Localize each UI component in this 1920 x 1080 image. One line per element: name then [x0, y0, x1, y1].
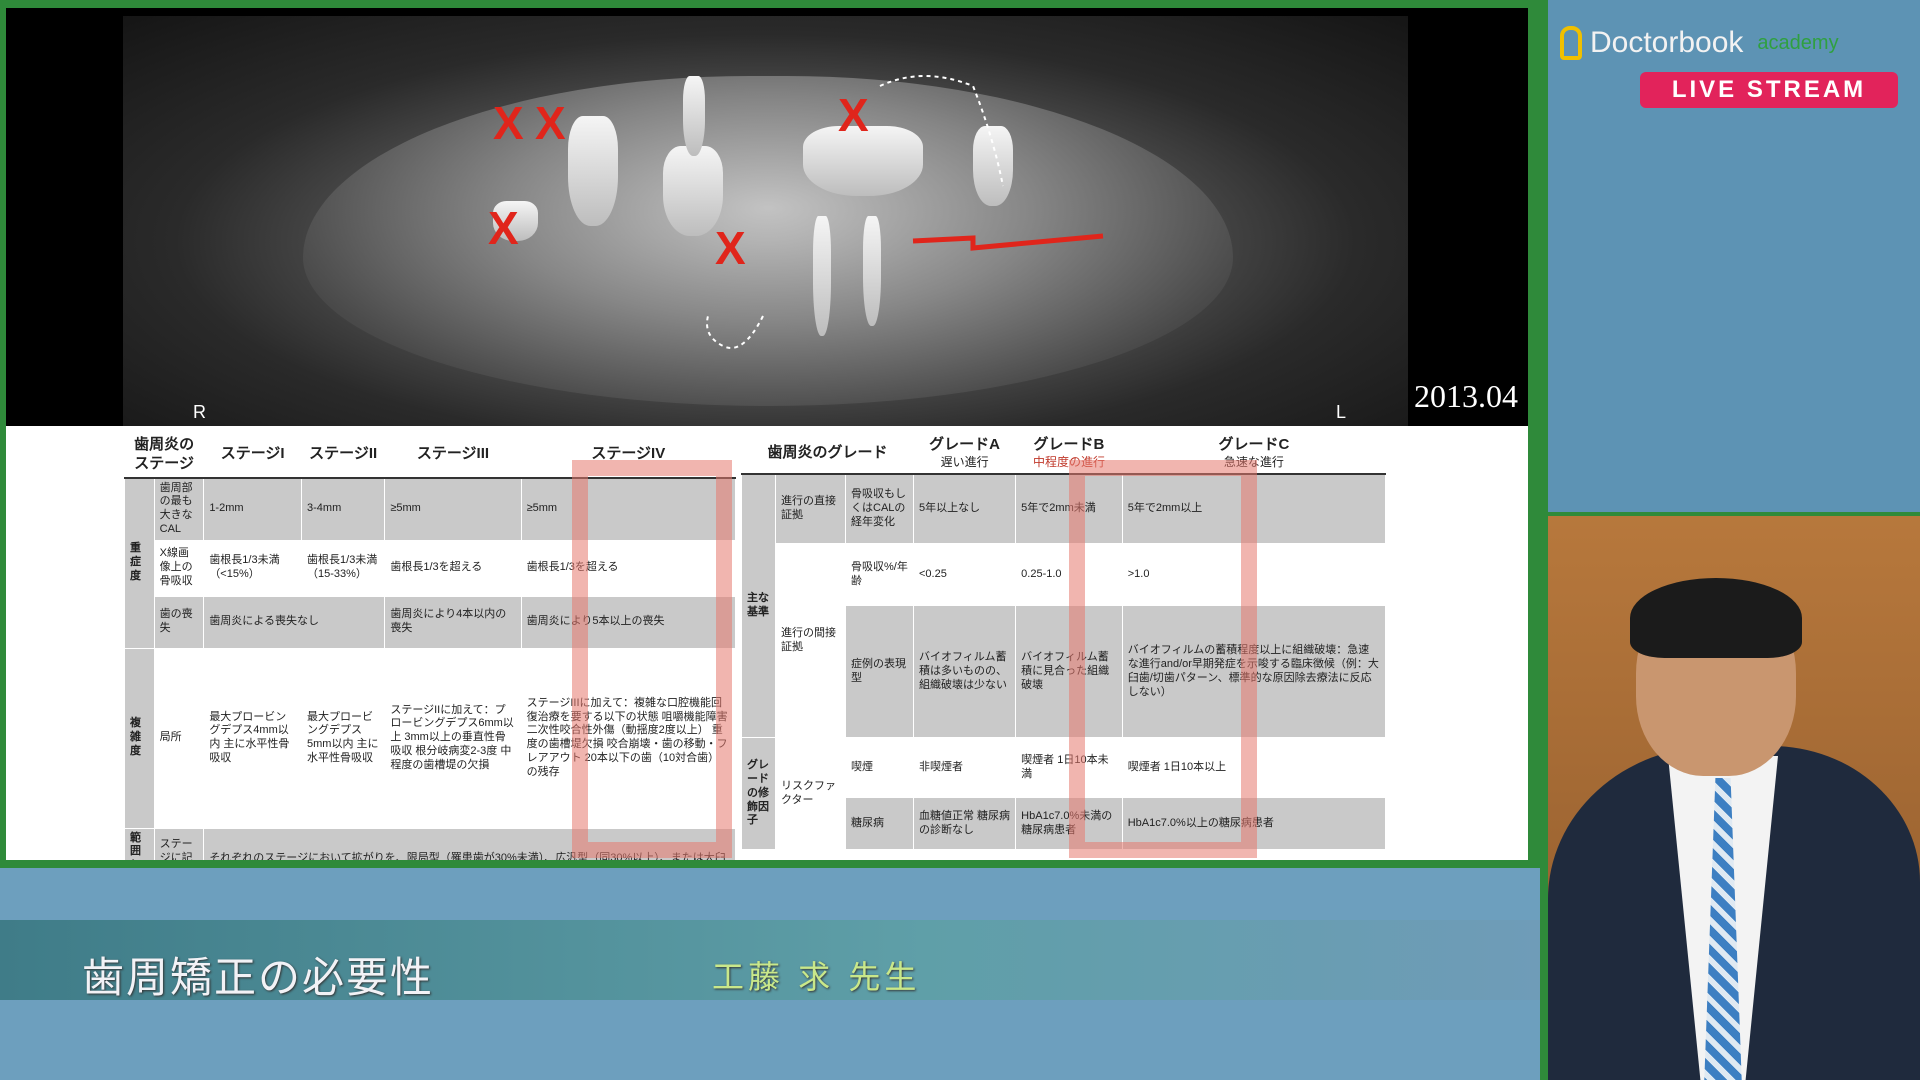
cell: 進行の間接証拠 [775, 543, 846, 739]
panoramic-xray: X X X X X R L [123, 16, 1408, 426]
cell: バイオフィルム蓄積は多いものの、組織破壊は少ない [912, 605, 1017, 739]
cell: それぞれのステージにおいて拡がりを、限局型（罹患歯が30%未満）、広汎型（同30… [203, 827, 736, 860]
cell: 歯根長1/3未満（<15%） [203, 539, 303, 597]
cell: >1.0 [1121, 543, 1387, 607]
live-stream-badge: LIVE STREAM [1640, 72, 1898, 108]
cell: 喫煙 [845, 737, 914, 799]
cell: 歯周炎による喪失なし [203, 595, 386, 649]
cell: 3-4mm [301, 477, 386, 541]
dotted-outline [879, 75, 1004, 187]
grade-header: グレードA 遅い進行 [912, 431, 1017, 475]
cell: 最大プロービングデプス4mm以内 主に水平性骨吸収 [203, 647, 303, 829]
cell: 喫煙者 1日10本以上 [1121, 737, 1387, 799]
cell: <0.25 [912, 543, 1017, 607]
cell: 歯根長1/3を超える [384, 539, 522, 597]
stage-header: ステージIV [520, 432, 737, 479]
cell: 局所 [153, 647, 205, 829]
cell: 血糖値正常 糖尿病の診断なし [912, 797, 1017, 851]
cell: HbA1c7.0%未満の糖尿病患者 [1015, 797, 1123, 851]
speaker-hair [1630, 578, 1802, 658]
stage-table: 歯周炎のステージ ステージI ステージII ステージIII ステージIV 重症度… [123, 432, 737, 860]
brand-name: Doctorbook [1590, 26, 1744, 59]
cell: リスクファクター [775, 737, 846, 851]
brand-suffix: academy [1757, 31, 1839, 54]
brand-panel: Doctorbook academy LIVE STREAM [1548, 0, 1920, 512]
cell: 糖尿病 [845, 797, 914, 851]
speaker-camera [1548, 516, 1920, 1080]
cell: 骨吸収%/年齢 [845, 543, 914, 607]
cell: 1-2mm [203, 477, 303, 541]
grade-c-sub: 急速な進行 [1223, 454, 1284, 469]
grade-c-title: グレードC [1218, 436, 1290, 453]
presentation-slide: X X X X X R L 2013.04 歯周炎のステージ ステージI ステー… [6, 8, 1528, 860]
cell: 歯根長1/3を超える [520, 539, 737, 597]
cell: 非喫煙者 [912, 737, 1017, 799]
bookmark-icon [1560, 26, 1582, 60]
cell: バイオフィルム蓄積に見合った組織破壊 [1015, 605, 1123, 739]
live-stream-screen: X X X X X R L 2013.04 歯周炎のステージ ステージI ステー… [0, 0, 1920, 1080]
grade-a-sub: 遅い進行 [940, 454, 989, 469]
stage-header: ステージII [301, 432, 386, 479]
cell: 症例の表現型 [845, 605, 914, 739]
cell: 5年で2mm未満 [1015, 473, 1123, 545]
grade-header: 歯周炎のグレード [741, 431, 914, 475]
cell: ≥5mm [384, 477, 522, 541]
cell: 歯周部の最も大きなCAL [153, 477, 205, 541]
lower-third: 歯周矯正の必要性 工藤 求 先生 [0, 868, 1540, 1080]
cell: 骨吸収もしくはCALの経年変化 [845, 473, 914, 545]
main-criteria-label: 主な基準 [741, 473, 776, 739]
cell: 5年で2mm以上 [1121, 473, 1387, 545]
cell: 5年以上なし [912, 473, 1017, 545]
dotted-outline [706, 315, 764, 349]
stage-header: 歯周炎のステージ [123, 432, 205, 479]
modifier-label: グレードの修飾因子 [741, 737, 776, 851]
extent-label: 範囲と分布 [124, 827, 155, 860]
cell: 歯周炎により4本以内の喪失 [384, 595, 522, 649]
annotation-overlay [706, 75, 1104, 349]
grade-header: グレードB 中程度の進行 [1015, 431, 1123, 475]
cell: 進行の直接証拠 [775, 473, 846, 545]
complexity-label: 複雑度 [124, 647, 155, 829]
grade-table: 歯周炎のグレード グレードA 遅い進行 グレードB 中程度の進行 グレードC 急速な進… [741, 431, 1387, 851]
cell: X線画像上の骨吸収 [153, 539, 205, 597]
cell: 歯周炎により5本以上の喪失 [520, 595, 737, 649]
cell: バイオフィルムの蓄積程度以上に組織破壊：急速な進行and/or早期発症を示唆する… [1121, 605, 1387, 739]
cell: ステージIIに加えて：プロービングデプス6mm以上 3mm以上の垂直性骨吸収 根… [384, 647, 522, 829]
stage-header: ステージIII [384, 432, 522, 479]
grade-header: グレードC 急速な進行 [1121, 431, 1387, 475]
bone-level-line [912, 233, 1104, 251]
classification-tables: 歯周炎のステージ ステージI ステージII ステージIII ステージIV 重症度… [6, 426, 1528, 860]
cell: 0.25-1.0 [1015, 543, 1123, 607]
cell: ステージIIIに加えて：複雑な口腔機能回復治療を要する以下の状態 咀嚼機能障害 … [520, 647, 737, 829]
stage-header: ステージI [203, 432, 303, 479]
cell: HbA1c7.0%以上の糖尿病患者 [1121, 797, 1387, 851]
xray-date: 2013.04 [1414, 378, 1518, 414]
grade-b-sub: 中程度の進行 [1032, 454, 1105, 469]
cell: 喫煙者 1日10本未満 [1015, 737, 1123, 799]
grade-b-title: グレードB [1033, 436, 1105, 453]
cell: 歯の喪失 [153, 595, 205, 649]
cell: 最大プロービングデプス5mm以内 主に水平性骨吸収 [301, 647, 386, 829]
severity-label: 重症度 [124, 477, 155, 649]
grade-a-title: グレードA [929, 436, 1000, 453]
cell: 歯根長1/3未満（15-33%） [301, 539, 386, 597]
speaker-name: 工藤 求 先生 [712, 958, 921, 996]
doctorbook-logo: Doctorbook academy [1560, 26, 1839, 60]
cell: ≥5mm [520, 477, 737, 541]
cell: ステージに記述を加える [153, 827, 205, 860]
lecture-title: 歯周矯正の必要性 [82, 953, 435, 1002]
